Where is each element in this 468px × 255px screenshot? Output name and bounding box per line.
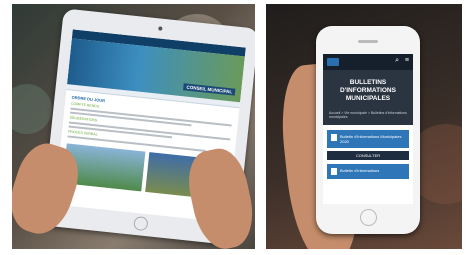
bulletin-title: Bulletin d'Informations Municipales 2020: [340, 134, 402, 145]
site-title: CONSEIL MUNICIPAL: [183, 83, 236, 96]
app-bar: ⌕ ≡: [323, 54, 413, 70]
breadcrumb: Accueil > Vie municipale > Bulletins d'i…: [329, 111, 407, 120]
phone-photo: ⌕ ≡ BULLETINS D'INFORMATIONS MUNICIPALES…: [266, 4, 462, 249]
bulletin-card: Bulletin d'Informations: [327, 164, 409, 180]
menu-icon: ≡: [404, 57, 409, 64]
search-icon: ⌕: [395, 57, 399, 64]
content-area: Bulletin d'Informations Municipales 2020…: [323, 125, 413, 204]
home-button: [360, 209, 377, 226]
consult-button: CONSULTER: [327, 151, 409, 161]
document-icon: [331, 168, 337, 176]
page-title: BULLETINS D'INFORMATIONS MUNICIPALES: [340, 79, 396, 103]
home-button: [133, 215, 149, 232]
logo-icon: [327, 58, 339, 66]
tablet-photo: CONSEIL MUNICIPAL ORDRE DU JOUR COMPTE R…: [12, 4, 255, 249]
document-icon: [331, 134, 337, 142]
phone-screen: ⌕ ≡ BULLETINS D'INFORMATIONS MUNICIPALES…: [323, 54, 413, 204]
background-blur: [12, 84, 52, 134]
camera-icon: [158, 26, 163, 31]
phone-device: ⌕ ≡ BULLETINS D'INFORMATIONS MUNICIPALES…: [316, 26, 420, 234]
bulletin-card: Bulletin d'Informations Municipales 2020: [327, 130, 409, 149]
bulletin-title: Bulletin d'Informations: [340, 168, 380, 174]
page-hero: BULLETINS D'INFORMATIONS MUNICIPALES Acc…: [323, 70, 413, 126]
speaker-icon: [358, 40, 378, 43]
